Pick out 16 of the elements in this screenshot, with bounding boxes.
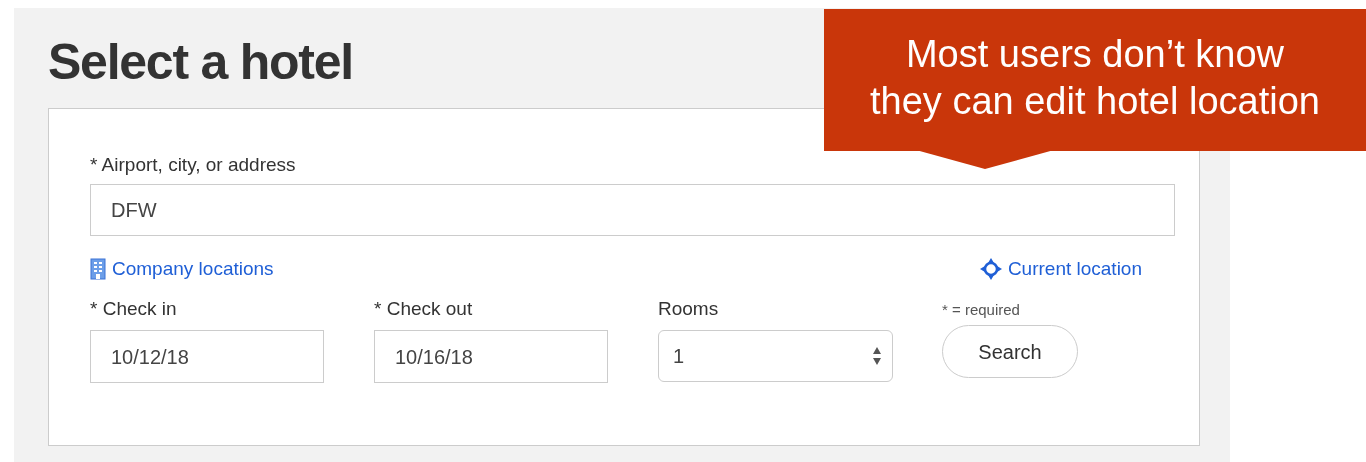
crosshair-icon xyxy=(979,258,1002,280)
location-link[interactable]: Current location xyxy=(979,254,1142,284)
building-icon xyxy=(90,258,106,280)
location-field[interactable]: DFW xyxy=(90,184,1175,236)
field-label: * Airport, city, or address xyxy=(90,154,296,176)
date-field[interactable]: 10/16/18 xyxy=(374,330,608,383)
date-field[interactable]: 10/12/18 xyxy=(90,330,324,383)
search-button[interactable]: Search xyxy=(942,325,1078,378)
page-title: Select a hotel xyxy=(48,34,353,90)
rooms-select[interactable]: 1 xyxy=(658,330,893,382)
field-label: * Check in xyxy=(90,298,177,320)
field-label: * Check out xyxy=(374,298,473,320)
required-note: * = required xyxy=(942,300,1020,320)
field-label: Rooms xyxy=(658,298,719,320)
stepper-icon xyxy=(872,346,882,366)
location-link[interactable]: Company locations xyxy=(90,254,274,284)
